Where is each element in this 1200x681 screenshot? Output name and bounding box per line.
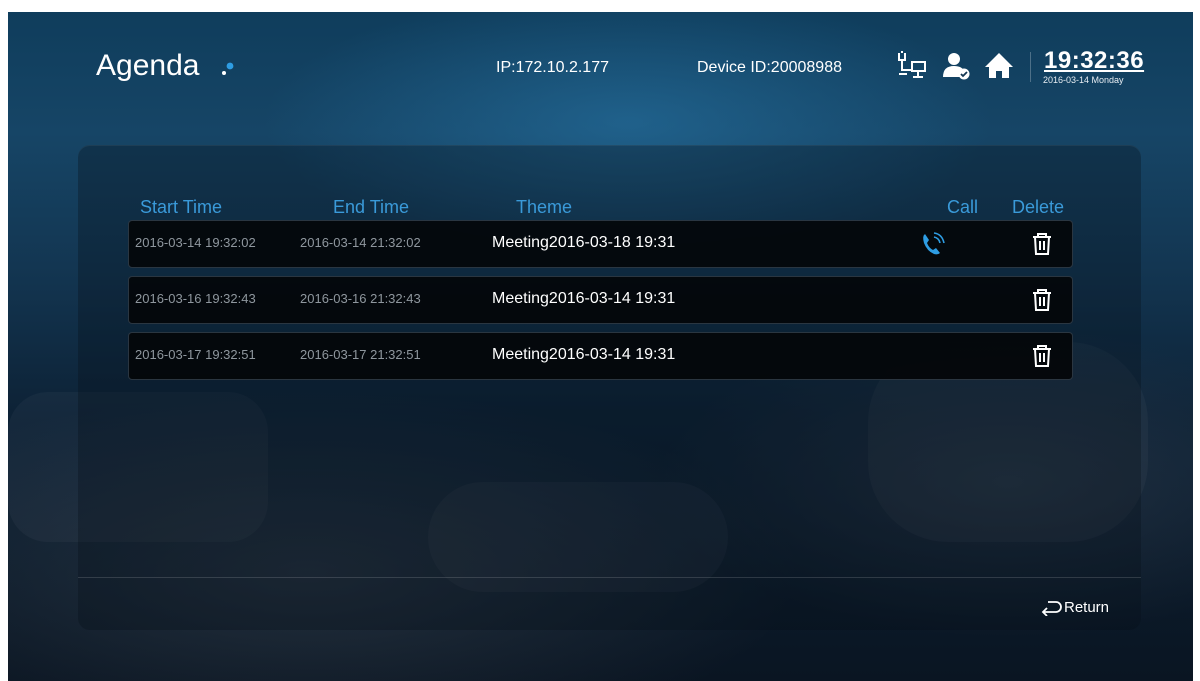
trash-icon xyxy=(1033,345,1051,367)
clock-date: 2016-03-14 Monday xyxy=(1043,75,1124,85)
brand-dots-icon xyxy=(222,62,234,75)
home-icon[interactable] xyxy=(982,50,1016,82)
header-divider xyxy=(1030,52,1031,82)
column-header-end-time: End Time xyxy=(333,197,410,217)
theme-cell: Meeting2016-03-18 19:31 xyxy=(492,234,676,251)
user-status-icon[interactable] xyxy=(940,50,974,82)
theme-cell: Meeting2016-03-14 19:31 xyxy=(492,290,676,307)
end-time-cell: 2016-03-17 21:32:51 xyxy=(300,347,421,362)
end-time-cell: 2016-03-14 21:32:02 xyxy=(300,235,421,250)
trash-icon xyxy=(1033,289,1051,311)
agenda-panel xyxy=(78,145,1141,630)
column-header-theme: Theme xyxy=(516,197,573,217)
column-header-delete: Delete xyxy=(1012,197,1065,217)
return-button[interactable]: Return xyxy=(1040,598,1109,616)
table-row[interactable]: 2016-03-17 19:32:51 2016-03-17 21:32:51 … xyxy=(128,332,1073,380)
delete-button[interactable] xyxy=(1029,342,1055,370)
delete-button[interactable] xyxy=(1029,230,1055,258)
table-row[interactable]: 2016-03-16 19:32:43 2016-03-16 21:32:43 … xyxy=(128,276,1073,324)
theme-cell: Meeting2016-03-14 19:31 xyxy=(492,346,676,363)
phone-icon xyxy=(923,232,945,255)
return-arrow-icon xyxy=(1041,601,1062,616)
clock-time: 19:32:36 xyxy=(1044,47,1145,74)
start-time-cell: 2016-03-17 19:32:51 xyxy=(135,347,256,362)
delete-button[interactable] xyxy=(1029,286,1055,314)
trash-icon xyxy=(1033,233,1051,255)
column-header-call: Call xyxy=(947,197,979,217)
call-button[interactable] xyxy=(919,230,947,258)
page-title: Agenda xyxy=(96,49,200,82)
table-row[interactable]: 2016-03-14 19:32:02 2016-03-14 21:32:02 … xyxy=(128,220,1073,268)
ip-address: IP:172.10.2.177 xyxy=(496,59,609,76)
start-time-cell: 2016-03-16 19:32:43 xyxy=(135,291,256,306)
app-screen: Agenda IP:172.10.2.177 Device ID:2000898… xyxy=(8,12,1193,681)
return-label: Return xyxy=(1064,598,1110,616)
network-icon[interactable] xyxy=(896,50,930,82)
column-header-start-time: Start Time xyxy=(140,197,223,217)
device-id: Device ID:20008988 xyxy=(697,59,842,76)
start-time-cell: 2016-03-14 19:32:02 xyxy=(135,235,256,250)
footer-divider xyxy=(78,577,1141,578)
end-time-cell: 2016-03-16 21:32:43 xyxy=(300,291,421,306)
